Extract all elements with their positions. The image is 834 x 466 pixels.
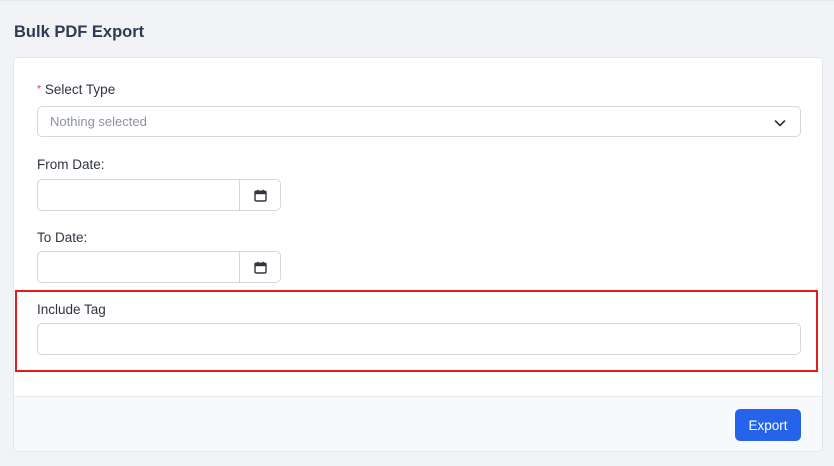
bulk-pdf-export-page: Bulk PDF Export * Select Type Nothing sel… (0, 0, 834, 466)
calendar-icon (253, 189, 267, 202)
from-date-calendar-button[interactable] (239, 180, 280, 210)
chevron-down-icon (774, 116, 786, 128)
card-footer: Export (14, 396, 822, 451)
from-date-label: From Date: (37, 157, 105, 172)
to-date-label: To Date: (37, 230, 88, 245)
from-date-picker (37, 179, 281, 211)
select-type-value: Nothing selected (50, 114, 147, 129)
calendar-icon (253, 261, 267, 274)
select-type-label: Select Type (44, 82, 116, 97)
required-marker: * (37, 84, 41, 95)
to-date-input[interactable] (38, 252, 240, 282)
export-button[interactable]: Export (735, 409, 801, 441)
to-date-calendar-button[interactable] (239, 252, 280, 282)
export-form-card: * Select Type Nothing selected From Date: (13, 57, 823, 452)
select-type-label-row: * Select Type (37, 82, 115, 97)
from-date-input[interactable] (38, 180, 240, 210)
page-title: Bulk PDF Export (14, 23, 145, 41)
select-type-dropdown[interactable]: Nothing selected (37, 106, 801, 137)
include-tag-input[interactable] (37, 323, 801, 355)
include-tag-label: Include Tag (37, 302, 106, 317)
to-date-picker (37, 251, 281, 283)
